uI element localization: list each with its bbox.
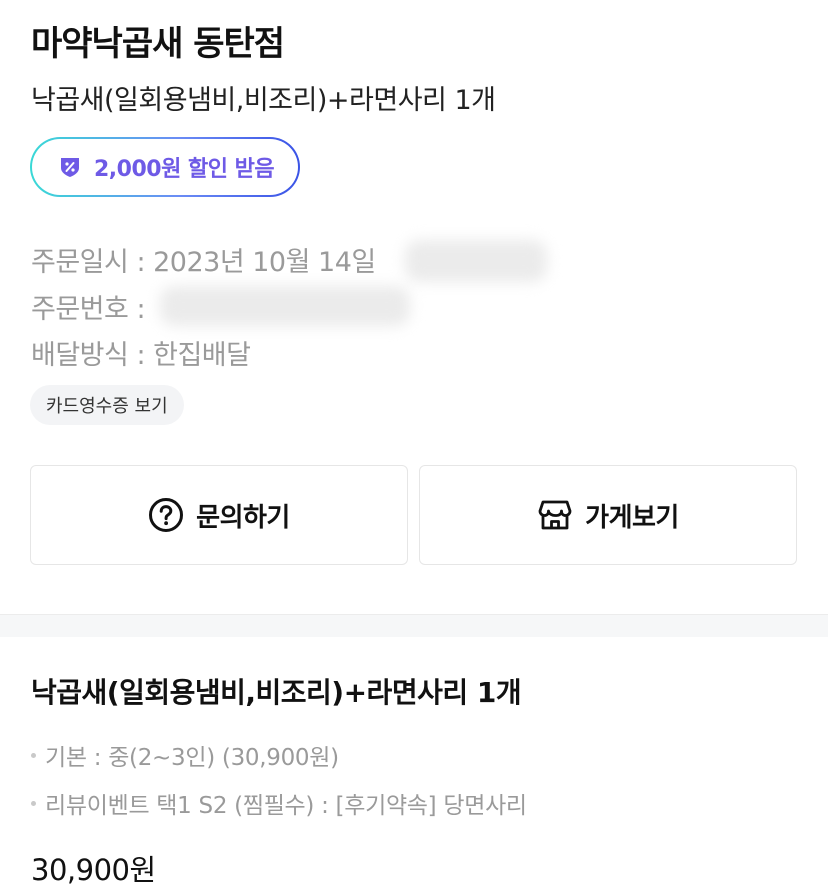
coupon-label: 2,000원 할인 받음	[94, 157, 275, 182]
inquiry-label: 문의하기	[196, 502, 290, 533]
bullet-icon	[31, 752, 36, 758]
view-store-button[interactable]: 가게보기	[419, 465, 797, 565]
menu-option: 기본 : 중(2~3인) (30,900원)	[31, 738, 339, 772]
inquiry-button[interactable]: 문의하기	[30, 465, 408, 565]
menu-option: 리뷰이벤트 택1 S2 (찜필수) : [후기약속] 당면사리	[31, 786, 527, 820]
question-circle-icon	[148, 497, 184, 533]
redacted-order-number	[160, 286, 410, 326]
menu-option-text: 리뷰이벤트 택1 S2 (찜필수) : [후기약속] 당면사리	[45, 793, 527, 819]
order-summary: 낙곱새(일회용냄비,비조리)+라면사리 1개	[31, 85, 496, 116]
bullet-icon	[31, 800, 36, 806]
view-store-label: 가게보기	[585, 502, 679, 533]
coupon-badge-icon	[58, 155, 82, 179]
menu-item-name: 낙곱새(일회용냄비,비조리)+라면사리 1개	[31, 676, 522, 709]
coupon-badge[interactable]: 2,000원 할인 받음	[30, 137, 300, 197]
delivery-method: 배달방식 : 한집배달	[31, 340, 251, 371]
storefront-icon	[537, 497, 573, 533]
menu-price: 30,900원	[31, 853, 156, 887]
menu-option-text: 기본 : 중(2~3인) (30,900원)	[45, 745, 339, 771]
redacted-time	[405, 240, 547, 282]
store-title: 마약낙곱새 동탄점	[31, 24, 285, 64]
card-receipt-button[interactable]: 카드영수증 보기	[30, 385, 184, 425]
section-divider-band	[0, 615, 828, 637]
order-date: 주문일시 : 2023년 10월 14일	[31, 247, 376, 278]
order-number: 주문번호 :	[31, 294, 146, 325]
